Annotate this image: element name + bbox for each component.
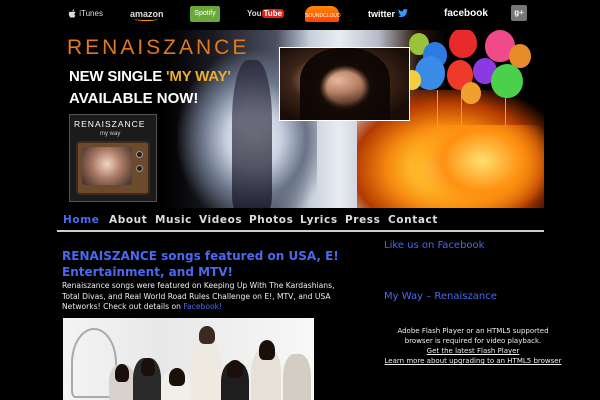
post-image-hair: [115, 364, 129, 382]
upgrade-html5-link[interactable]: Learn more about upgrading to an HTML5 b…: [385, 357, 562, 365]
main-nav: Home About Music Videos Photos Lyrics Pr…: [57, 210, 544, 231]
sidebar: Like us on Facebook My Way – Renaiszance…: [384, 236, 561, 400]
amazon-link[interactable]: amazon: [130, 6, 164, 22]
balloon-string: [437, 90, 438, 130]
main-content: RENAISZANCE songs featured on USA, E! En…: [57, 236, 344, 400]
social-bar: iTunes amazon Spotify You Tube SOUNDCLOUD…: [0, 0, 600, 28]
nav-press[interactable]: Press: [345, 214, 381, 226]
banner-fire-core: [412, 125, 544, 208]
post-facebook-link[interactable]: Facebook!: [183, 302, 222, 311]
google-plus-label: g+: [514, 8, 524, 17]
post-image-person: [191, 336, 221, 400]
spotify-label: Spotify: [194, 10, 216, 17]
nav-contact[interactable]: Contact: [388, 214, 438, 226]
post-image-person: [283, 354, 311, 400]
balloon: [449, 30, 477, 58]
banner-video-still: [279, 47, 410, 121]
banner-available: AVAILABLE NOW!: [69, 90, 199, 107]
nav-music[interactable]: Music: [155, 214, 192, 226]
twitter-bird-icon: [397, 9, 408, 19]
youtube-label-tube: Tube: [261, 9, 285, 18]
balloon-string: [461, 90, 462, 126]
banner-headline-song: 'MY WAY': [165, 68, 231, 85]
twitter-link[interactable]: twitter: [368, 6, 408, 22]
banner-headline: NEW SINGLE 'MY WAY': [69, 68, 231, 85]
nav-videos[interactable]: Videos: [199, 214, 242, 226]
nav-home[interactable]: Home: [63, 214, 99, 226]
flash-player-notice: Adobe Flash Player or an HTML5 supported…: [384, 326, 562, 366]
soundcloud-link[interactable]: SOUNDCLOUD: [305, 6, 341, 22]
hero-banner[interactable]: RENAISZANCE NEW SINGLE 'MY WAY' AVAILABL…: [57, 30, 544, 208]
nav-about[interactable]: About: [109, 214, 147, 226]
get-flash-link[interactable]: Get the latest Flash Player: [427, 347, 520, 355]
post-title[interactable]: RENAISZANCE songs featured on USA, E! En…: [62, 248, 352, 280]
post-image-hair: [141, 358, 155, 376]
tv-knob: [136, 151, 143, 158]
video-still-portrait: [300, 48, 390, 120]
twitter-label: twitter: [368, 9, 395, 19]
facebook-link[interactable]: facebook: [444, 6, 488, 22]
itunes-label: iTunes: [79, 9, 103, 18]
balloon: [491, 64, 523, 98]
banner-headline-prefix: NEW SINGLE: [69, 68, 163, 85]
flash-notice-text: Adobe Flash Player or an HTML5 supported…: [397, 327, 549, 345]
post-image-hair: [169, 368, 185, 386]
google-plus-icon[interactable]: g+: [511, 5, 527, 21]
post-image-hair: [199, 326, 215, 344]
banner-silhouette: [232, 60, 272, 208]
cover-subtitle: my way: [100, 131, 121, 137]
post-image-hair: [259, 340, 275, 360]
nav-divider: [57, 230, 544, 232]
tv-screen: [82, 147, 132, 185]
facebook-label: facebook: [444, 8, 488, 19]
post-image[interactable]: [63, 318, 314, 400]
apple-icon: [68, 9, 77, 19]
video-widget-heading[interactable]: My Way – Renaiszance: [384, 291, 497, 302]
nav-lyrics[interactable]: Lyrics: [300, 214, 338, 226]
tv-icon: [76, 141, 150, 195]
brand-logo: RENAISZANCE: [67, 36, 250, 59]
post-body: Renaiszance songs were featured on Keepi…: [62, 281, 352, 313]
like-on-facebook-heading[interactable]: Like us on Facebook: [384, 240, 484, 251]
balloon-string: [505, 96, 506, 126]
spotify-link[interactable]: Spotify: [190, 6, 220, 22]
tv-knob: [136, 165, 143, 172]
soundcloud-label: SOUNDCLOUD: [305, 13, 341, 19]
balloon: [461, 82, 481, 104]
nav-photos[interactable]: Photos: [249, 214, 293, 226]
single-cover-art[interactable]: RENAISZANCE my way: [69, 114, 157, 202]
youtube-link[interactable]: You Tube: [247, 6, 285, 22]
cover-brand: RENAISZANCE: [74, 119, 146, 129]
post-image-hair: [227, 360, 243, 378]
youtube-label-you: You: [247, 9, 262, 18]
amazon-smile-icon: [134, 17, 158, 21]
itunes-link[interactable]: iTunes: [68, 6, 103, 22]
